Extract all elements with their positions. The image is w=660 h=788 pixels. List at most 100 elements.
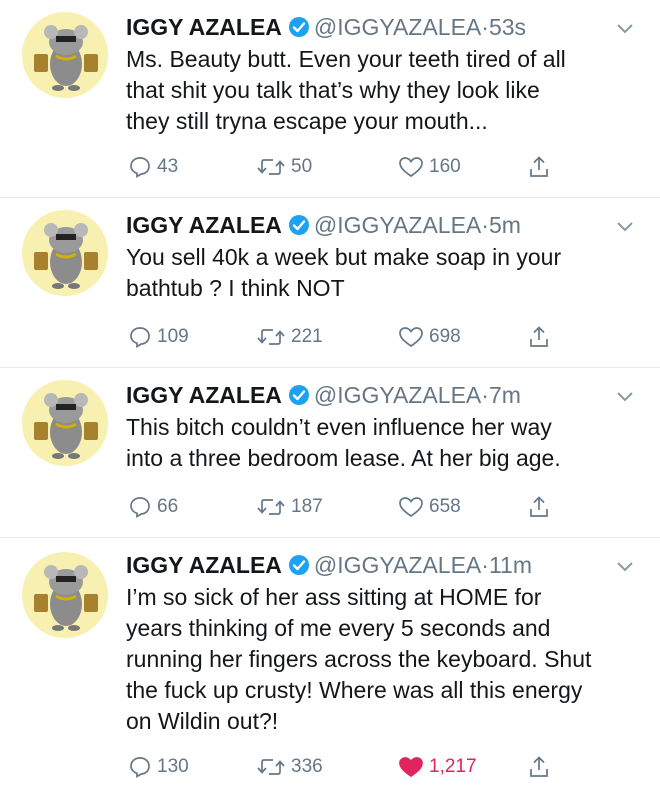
like-button[interactable]: 698 — [398, 322, 461, 352]
share-button[interactable] — [528, 492, 555, 522]
reply-button[interactable]: 130 — [128, 752, 189, 782]
like-button[interactable]: 658 — [398, 492, 461, 522]
handle[interactable]: @IGGYAZALEA — [314, 212, 481, 238]
share-button[interactable] — [528, 322, 555, 352]
cartoon-mouse-avatar-image — [22, 380, 108, 466]
like-icon — [399, 157, 423, 178]
tweet[interactable]: IGGY AZALEA @IGGYAZALEA·53s Ms. Beauty bu… — [0, 0, 660, 198]
cartoon-mouse-avatar-image — [22, 12, 108, 98]
tweet-actions: 109 221 698 — [126, 322, 626, 352]
tweet[interactable]: IGGY AZALEA @IGGYAZALEA·5m You sell 40k a… — [0, 198, 660, 368]
cartoon-mouse-avatar-image — [22, 210, 108, 296]
handle[interactable]: @IGGYAZALEA — [314, 552, 481, 578]
timestamp[interactable]: 53s — [489, 14, 526, 40]
reply-count: 43 — [157, 156, 179, 177]
retweet-icon — [257, 759, 285, 775]
share-icon — [530, 496, 548, 517]
handle[interactable]: @IGGYAZALEA — [314, 382, 481, 408]
timestamp[interactable]: 7m — [489, 382, 521, 408]
like-icon — [399, 757, 423, 778]
avatar[interactable] — [22, 210, 108, 296]
timestamp[interactable]: 5m — [489, 212, 521, 238]
retweet-count: 187 — [291, 496, 323, 517]
share-button[interactable] — [528, 152, 555, 182]
separator-dot: · — [481, 552, 489, 578]
separator-dot: · — [481, 14, 489, 40]
retweet-count: 336 — [291, 756, 323, 777]
share-icon — [530, 156, 548, 177]
avatar[interactable] — [22, 552, 108, 638]
like-button[interactable]: 1,217 — [398, 752, 477, 782]
tweet[interactable]: IGGY AZALEA @IGGYAZALEA·7m This bitch cou… — [0, 368, 660, 538]
tweet-header: IGGY AZALEA @IGGYAZALEA·5m — [126, 212, 521, 242]
chevron-down-icon[interactable] — [616, 560, 634, 578]
retweet-icon — [257, 159, 285, 175]
tweet-text-line: bathtub ? I think NOT — [126, 275, 345, 301]
tweet-header: IGGY AZALEA @IGGYAZALEA·11m — [126, 552, 532, 582]
chevron-down-icon[interactable] — [616, 220, 634, 238]
tweet-text-line: they still tryna escape your mouth... — [126, 108, 488, 134]
reply-count: 109 — [157, 326, 189, 347]
reply-count: 130 — [157, 756, 189, 777]
tweet-text-line: that shit you talk that’s why they look … — [126, 77, 540, 103]
separator-dot: · — [481, 212, 489, 238]
tweet-text-line: running her fingers across the keyboard.… — [126, 646, 592, 672]
like-count: 1,217 — [429, 756, 477, 777]
like-count: 658 — [429, 496, 461, 517]
share-button[interactable] — [528, 752, 555, 782]
tweet-text-line: on Wildin out?! — [126, 708, 279, 734]
tweet-header: IGGY AZALEA @IGGYAZALEA·7m — [126, 382, 521, 412]
retweet-button[interactable]: 187 — [256, 492, 323, 522]
reply-icon — [130, 327, 150, 348]
verified-badge-icon — [288, 384, 310, 412]
handle[interactable]: @IGGYAZALEA — [314, 14, 481, 40]
like-icon — [399, 497, 423, 518]
display-name[interactable]: IGGY AZALEA — [126, 382, 282, 408]
tweet[interactable]: IGGY AZALEA @IGGYAZALEA·11m I’m so sick o… — [0, 538, 660, 788]
reply-icon — [130, 157, 150, 178]
retweet-button[interactable]: 221 — [256, 322, 323, 352]
reply-icon — [130, 757, 150, 778]
tweet-header: IGGY AZALEA @IGGYAZALEA·53s — [126, 14, 526, 44]
reply-count: 66 — [157, 496, 179, 517]
tweet-text: You sell 40k a week but make soap in you… — [126, 242, 626, 304]
separator-dot: · — [481, 382, 489, 408]
tweet-text-line: the fuck up crusty! Where was all this e… — [126, 677, 583, 703]
verified-badge-icon — [288, 554, 310, 582]
chevron-down-icon[interactable] — [616, 22, 634, 40]
tweet-text-line: I’m so sick of her ass sitting at HOME f… — [126, 584, 542, 610]
tweet-text-line: into a three bedroom lease. At her big a… — [126, 445, 561, 471]
display-name[interactable]: IGGY AZALEA — [126, 14, 282, 40]
verified-badge-icon — [288, 16, 310, 44]
timestamp[interactable]: 11m — [489, 552, 532, 578]
like-count: 698 — [429, 326, 461, 347]
reply-icon — [130, 497, 150, 518]
retweet-icon — [257, 499, 285, 515]
retweet-button[interactable]: 50 — [256, 152, 312, 182]
tweet-text: This bitch couldn’t even influence her w… — [126, 412, 626, 474]
avatar[interactable] — [22, 12, 108, 98]
share-icon — [530, 326, 548, 347]
cartoon-mouse-avatar-image — [22, 552, 108, 638]
tweet-text-line: You sell 40k a week but make soap in you… — [126, 244, 562, 270]
retweet-button[interactable]: 336 — [256, 752, 323, 782]
avatar[interactable] — [22, 380, 108, 466]
display-name[interactable]: IGGY AZALEA — [126, 552, 282, 578]
tweet-text-line: This bitch couldn’t even influence her w… — [126, 414, 552, 440]
verified-badge-icon — [288, 214, 310, 242]
tweet-feed: IGGY AZALEA @IGGYAZALEA·53s Ms. Beauty bu… — [0, 0, 660, 788]
chevron-down-icon[interactable] — [616, 390, 634, 408]
like-button[interactable]: 160 — [398, 152, 461, 182]
tweet-text-line: Ms. Beauty butt. Even your teeth tired o… — [126, 46, 566, 72]
tweet-actions: 66 187 658 — [126, 492, 626, 522]
tweet-actions: 130 336 1,217 — [126, 752, 626, 782]
like-icon — [399, 327, 423, 348]
display-name[interactable]: IGGY AZALEA — [126, 212, 282, 238]
share-icon — [530, 756, 548, 777]
tweet-text-line: years thinking of me every 5 seconds and — [126, 615, 551, 641]
reply-button[interactable]: 109 — [128, 322, 189, 352]
tweet-actions: 43 50 160 — [126, 152, 626, 182]
reply-button[interactable]: 43 — [128, 152, 178, 182]
reply-button[interactable]: 66 — [128, 492, 178, 522]
tweet-text: Ms. Beauty butt. Even your teeth tired o… — [126, 44, 626, 137]
